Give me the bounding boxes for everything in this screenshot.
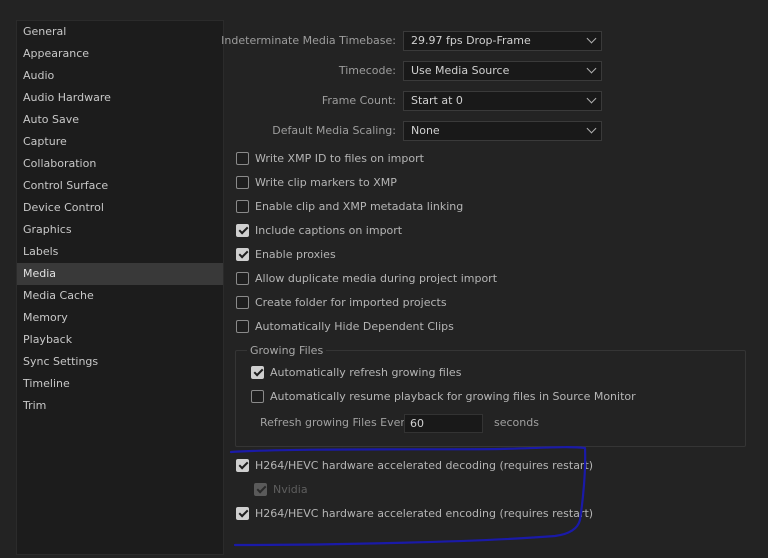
sidebar-item-media[interactable]: Media — [17, 263, 223, 285]
xmp-linking-label: Enable clip and XMP metadata linking — [255, 199, 464, 213]
refresh-interval-unit: seconds — [494, 416, 539, 429]
timecode-dropdown[interactable]: Use Media Source — [403, 61, 602, 81]
hide-dependent-checkbox[interactable] — [236, 319, 249, 333]
xmp-id-option[interactable]: Write XMP ID to files on import — [236, 149, 424, 167]
xmp-id-label: Write XMP ID to files on import — [255, 151, 424, 165]
nvidia-option: Nvidia — [254, 480, 308, 498]
xmp-linking-option[interactable]: Enable clip and XMP metadata linking — [236, 197, 463, 215]
timecode-value: Use Media Source — [411, 64, 510, 77]
duplicate-media-label: Allow duplicate media during project imp… — [255, 271, 498, 285]
sidebar-item-collaboration[interactable]: Collaboration — [17, 153, 223, 175]
scaling-row: Default Media Scaling: — [226, 121, 396, 141]
hw-decoding-checkbox[interactable] — [236, 458, 249, 472]
chevron-down-icon — [586, 63, 597, 74]
clip-markers-checkbox[interactable] — [236, 175, 249, 189]
sidebar-item-audio-hardware[interactable]: Audio Hardware — [17, 87, 223, 109]
hw-encoding-checkbox[interactable] — [236, 506, 249, 520]
clip-markers-option[interactable]: Write clip markers to XMP — [236, 173, 397, 191]
duplicate-media-checkbox[interactable] — [236, 271, 249, 285]
create-folder-checkbox[interactable] — [236, 295, 249, 309]
sidebar-item-sync-settings[interactable]: Sync Settings — [17, 351, 223, 373]
chevron-down-icon — [586, 123, 597, 134]
auto-resume-option[interactable]: Automatically resume playback for growin… — [251, 387, 636, 405]
timebase-value: 29.97 fps Drop-Frame — [411, 34, 531, 47]
scaling-label: Default Media Scaling: — [272, 124, 396, 137]
sidebar-item-capture[interactable]: Capture — [17, 131, 223, 153]
sidebar-item-auto-save[interactable]: Auto Save — [17, 109, 223, 131]
frame-count-row: Frame Count: — [226, 91, 396, 111]
proxies-label: Enable proxies — [255, 247, 336, 261]
timecode-label: Timecode: — [338, 64, 396, 77]
xmp-linking-checkbox[interactable] — [236, 199, 249, 213]
create-folder-option[interactable]: Create folder for imported projects — [236, 293, 447, 311]
sidebar-item-memory[interactable]: Memory — [17, 307, 223, 329]
sidebar-item-media-cache[interactable]: Media Cache — [17, 285, 223, 307]
captions-label: Include captions on import — [255, 223, 403, 237]
sidebar-item-trim[interactable]: Trim — [17, 395, 223, 417]
scaling-dropdown[interactable]: None — [403, 121, 602, 141]
auto-resume-checkbox[interactable] — [251, 389, 264, 403]
frame-count-value: Start at 0 — [411, 94, 463, 107]
auto-refresh-label: Automatically refresh growing files — [270, 365, 462, 379]
timebase-label: Indeterminate Media Timebase: — [221, 34, 396, 47]
captions-option[interactable]: Include captions on import — [236, 221, 402, 239]
sidebar-item-audio[interactable]: Audio — [17, 65, 223, 87]
sidebar-item-playback[interactable]: Playback — [17, 329, 223, 351]
captions-checkbox[interactable] — [236, 223, 249, 237]
preferences-sidebar: General Appearance Audio Audio Hardware … — [16, 20, 224, 555]
timebase-row: Indeterminate Media Timebase: — [221, 31, 396, 51]
refresh-interval-label: Refresh growing Files Every — [260, 416, 412, 429]
hide-dependent-label: Automatically Hide Dependent Clips — [255, 319, 454, 333]
xmp-id-checkbox[interactable] — [236, 151, 249, 165]
chevron-down-icon — [586, 33, 597, 44]
sidebar-item-control-surface[interactable]: Control Surface — [17, 175, 223, 197]
hw-encoding-label: H264/HEVC hardware accelerated encoding … — [255, 506, 594, 520]
sidebar-item-labels[interactable]: Labels — [17, 241, 223, 263]
clip-markers-label: Write clip markers to XMP — [255, 175, 397, 189]
auto-resume-label: Automatically resume playback for growin… — [270, 389, 636, 403]
auto-refresh-option[interactable]: Automatically refresh growing files — [251, 363, 461, 381]
scaling-value: None — [411, 124, 440, 137]
hide-dependent-option[interactable]: Automatically Hide Dependent Clips — [236, 317, 454, 335]
sidebar-item-device-control[interactable]: Device Control — [17, 197, 223, 219]
chevron-down-icon — [586, 93, 597, 104]
frame-count-dropdown[interactable]: Start at 0 — [403, 91, 602, 111]
create-folder-label: Create folder for imported projects — [255, 295, 447, 309]
refresh-interval-input[interactable] — [404, 414, 483, 433]
nvidia-label: Nvidia — [273, 482, 308, 496]
nvidia-checkbox — [254, 482, 267, 496]
sidebar-item-general[interactable]: General — [17, 21, 223, 43]
hw-encoding-option[interactable]: H264/HEVC hardware accelerated encoding … — [236, 504, 593, 522]
timebase-dropdown[interactable]: 29.97 fps Drop-Frame — [403, 31, 602, 51]
timecode-row: Timecode: — [226, 61, 396, 81]
hw-decoding-label: H264/HEVC hardware accelerated decoding … — [255, 458, 594, 472]
sidebar-item-appearance[interactable]: Appearance — [17, 43, 223, 65]
duplicate-media-option[interactable]: Allow duplicate media during project imp… — [236, 269, 497, 287]
proxies-checkbox[interactable] — [236, 247, 249, 261]
hw-decoding-option[interactable]: H264/HEVC hardware accelerated decoding … — [236, 456, 593, 474]
proxies-option[interactable]: Enable proxies — [236, 245, 336, 263]
growing-files-title: Growing Files — [247, 343, 327, 359]
sidebar-item-timeline[interactable]: Timeline — [17, 373, 223, 395]
auto-refresh-checkbox[interactable] — [251, 365, 264, 379]
frame-count-label: Frame Count: — [321, 94, 396, 107]
sidebar-item-graphics[interactable]: Graphics — [17, 219, 223, 241]
